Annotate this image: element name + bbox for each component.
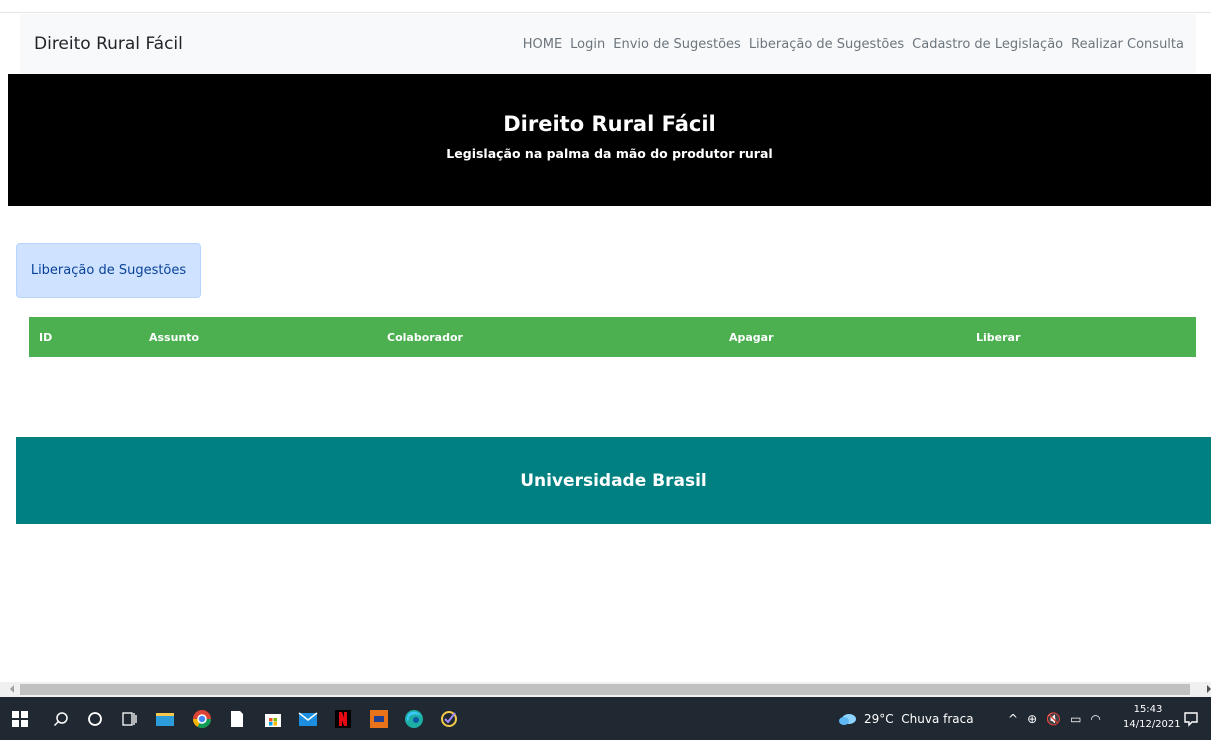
footer-text: Universidade Brasil xyxy=(520,470,707,491)
nav-link-realizar-consulta[interactable]: Realizar Consulta xyxy=(1071,37,1184,52)
navbar-brand[interactable]: Direito Rural Fácil xyxy=(34,34,183,54)
cloud-rain-icon xyxy=(839,713,856,725)
nav-link-home[interactable]: HOME xyxy=(523,37,562,52)
horizontal-scrollbar[interactable] xyxy=(0,682,1211,697)
column-header-apagar: Apagar xyxy=(719,317,966,357)
scrollbar-thumb[interactable] xyxy=(20,684,1190,695)
hero-title: Direito Rural Fácil xyxy=(503,112,716,136)
nav-links: HOME Login Envio de Sugestões Liberação … xyxy=(523,37,1184,52)
microsoft-store-icon[interactable] xyxy=(262,708,284,730)
section-title-alert: Liberação de Sugestões xyxy=(16,243,201,298)
windows-taskbar: 29°C Chuva fraca ^ ⊕ 🔇 ▭ ◠ 15:43 14/12/2… xyxy=(0,697,1211,740)
network-icon[interactable]: ⊕ xyxy=(1027,712,1037,726)
browser-top-edge xyxy=(0,0,1211,13)
system-tray-icons: ^ ⊕ 🔇 ▭ ◠ xyxy=(1008,697,1101,740)
nav-link-cadastro-legislacao[interactable]: Cadastro de Legislação xyxy=(912,37,1063,52)
hero-subtitle: Legislação na palma da mão do produtor r… xyxy=(446,146,773,161)
search-icon[interactable] xyxy=(50,708,72,730)
browser-page: Direito Rural Fácil HOME Login Envio de … xyxy=(0,0,1211,740)
hero-banner: Direito Rural Fácil Legislação na palma … xyxy=(8,74,1211,206)
task-view-icon[interactable] xyxy=(118,708,140,730)
weather-text: 29°C Chuva fraca xyxy=(864,711,974,726)
app-orange-icon[interactable] xyxy=(368,708,390,730)
netflix-icon[interactable] xyxy=(332,708,354,730)
chevron-up-icon[interactable]: ^ xyxy=(1008,712,1018,726)
edge-icon[interactable] xyxy=(403,708,425,730)
nav-link-liberacao-sugestoes[interactable]: Liberação de Sugestões xyxy=(749,37,904,52)
nav-link-login[interactable]: Login xyxy=(570,37,605,52)
suggestions-table: ID Assunto Colaborador Apagar Liberar xyxy=(29,317,1196,357)
column-header-assunto: Assunto xyxy=(139,317,377,357)
wifi-icon[interactable]: ◠ xyxy=(1090,712,1100,726)
windows-start-icon[interactable] xyxy=(9,708,31,730)
mail-icon[interactable] xyxy=(297,708,319,730)
weather-widget[interactable]: 29°C Chuva fraca xyxy=(838,697,974,740)
scroll-right-arrow-icon[interactable] xyxy=(1207,685,1211,693)
nav-link-envio-sugestoes[interactable]: Envio de Sugestões xyxy=(613,37,741,52)
document-icon[interactable] xyxy=(226,708,248,730)
checkmark-app-icon[interactable] xyxy=(438,708,460,730)
cortana-icon[interactable] xyxy=(84,708,106,730)
column-header-id: ID xyxy=(29,317,139,357)
speaker-muted-icon[interactable]: 🔇 xyxy=(1046,712,1061,726)
battery-icon[interactable]: ▭ xyxy=(1070,712,1081,726)
column-header-liberar: Liberar xyxy=(966,317,1196,357)
column-header-colaborador: Colaborador xyxy=(377,317,719,357)
clock-time: 15:43 xyxy=(1133,704,1163,715)
notifications-icon[interactable] xyxy=(1180,708,1202,730)
file-explorer-icon[interactable] xyxy=(154,708,176,730)
taskbar-clock[interactable]: 15:43 14/12/2021 xyxy=(1123,702,1181,732)
clock-date: 14/12/2021 xyxy=(1123,719,1181,730)
table-header-row: ID Assunto Colaborador Apagar Liberar xyxy=(29,317,1196,357)
chrome-icon[interactable] xyxy=(191,708,213,730)
navbar: Direito Rural Fácil HOME Login Envio de … xyxy=(20,14,1196,74)
footer: Universidade Brasil xyxy=(16,437,1211,524)
scroll-left-arrow-icon[interactable] xyxy=(10,685,14,693)
